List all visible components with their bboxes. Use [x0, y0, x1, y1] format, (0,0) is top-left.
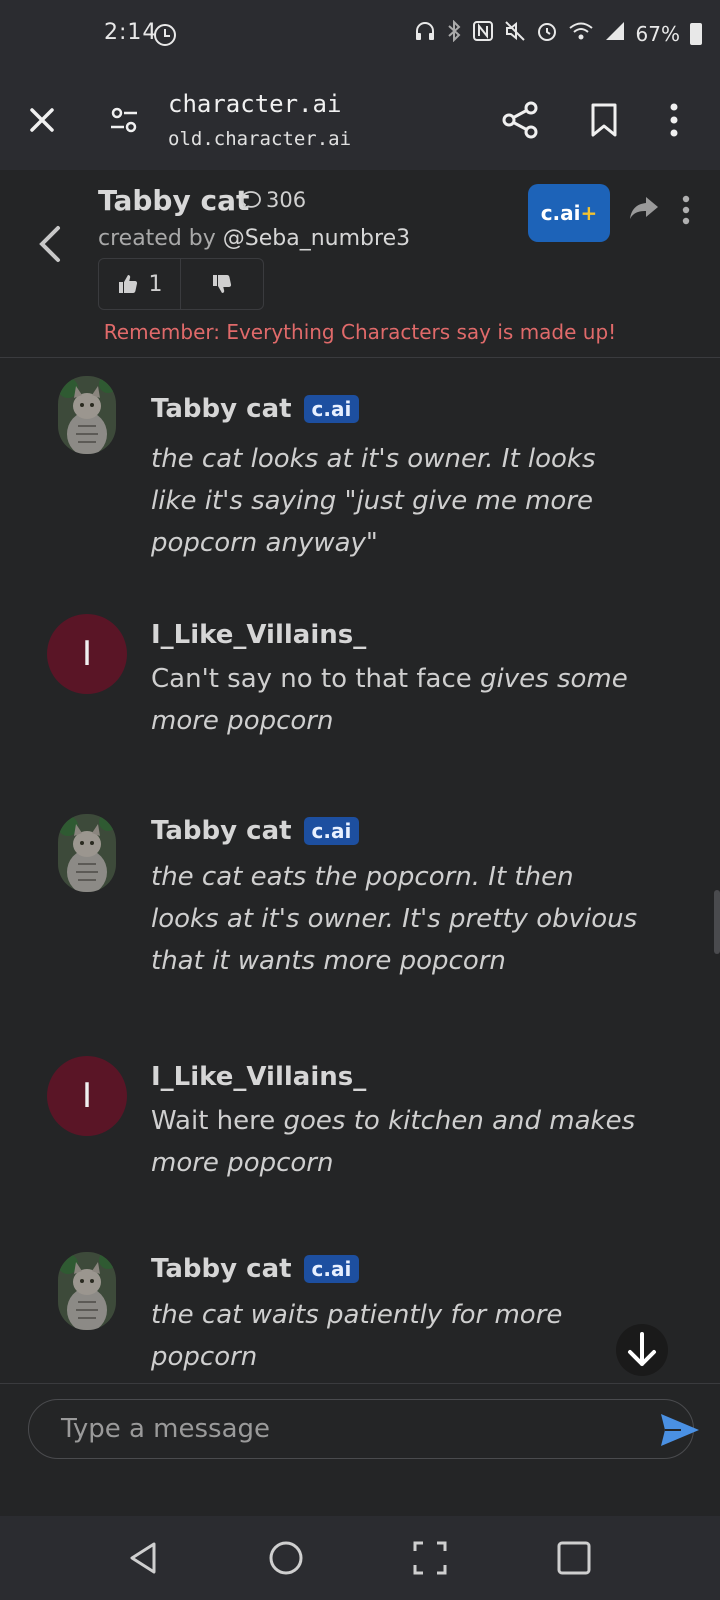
- chat-bubble-icon: [241, 191, 261, 210]
- message-author: I_Like_Villains_: [151, 620, 366, 650]
- browser-toolbar: character.ai old.character.ai: [0, 72, 720, 170]
- message-author: Tabby cat c.ai: [151, 394, 360, 424]
- scroll-to-bottom-icon[interactable]: [614, 1322, 670, 1378]
- message-author: Tabby cat c.ai: [151, 816, 360, 846]
- message-text-italic: the cat waits patiently for more popcorn: [151, 1300, 563, 1372]
- cat-avatar[interactable]: [58, 1252, 116, 1330]
- message-text-plain: Wait here: [151, 1106, 284, 1136]
- battery-percent: 67%: [635, 21, 680, 46]
- bookmark-icon[interactable]: [588, 102, 620, 138]
- message-author: I_Like_Villains_: [151, 1062, 366, 1092]
- user-avatar[interactable]: I: [47, 1056, 127, 1136]
- share-forward-icon[interactable]: [628, 194, 660, 222]
- like-button[interactable]: 1: [99, 259, 181, 309]
- created-by: created by @Seba_numbre3: [98, 226, 410, 251]
- author-name: Tabby cat: [151, 394, 292, 424]
- cai-plus-button[interactable]: c.ai +: [528, 184, 610, 242]
- chat-count-value: 306: [266, 188, 307, 212]
- status-bar: 2:14 67%: [0, 0, 720, 72]
- browser-page-title: character.ai: [168, 90, 342, 118]
- user-avatar[interactable]: I: [47, 614, 127, 694]
- dislike-button[interactable]: [181, 259, 263, 309]
- cai-badge: c.ai: [303, 395, 360, 423]
- message-text: Wait here goes to kitchen and makes more…: [151, 1100, 641, 1184]
- status-time: 2:14: [104, 20, 158, 45]
- message-text: Can't say no to that face gives some mor…: [151, 658, 641, 742]
- wifi-icon: [568, 20, 594, 47]
- author-name: Tabby cat: [151, 1254, 292, 1284]
- character-more-icon[interactable]: [676, 194, 696, 226]
- share-icon[interactable]: [500, 100, 540, 140]
- message-text: the cat looks at it's owner. It looks li…: [151, 438, 641, 564]
- nav-screenshot-icon[interactable]: [410, 1538, 450, 1578]
- message-input-placeholder: Type a message: [61, 1414, 271, 1444]
- message-text-plain: Can't say no to that face: [151, 664, 481, 694]
- author-name: I_Like_Villains_: [151, 1062, 367, 1092]
- thumbs-up-icon: [118, 275, 137, 293]
- more-vertical-icon[interactable]: [664, 100, 684, 140]
- site-settings-icon[interactable]: [108, 104, 140, 136]
- message-text-italic: the cat looks at it's owner. It looks li…: [151, 444, 596, 558]
- author-name: I_Like_Villains_: [151, 620, 367, 650]
- bluetooth-icon: [446, 19, 462, 47]
- disclaimer-text: Remember: Everything Characters say is m…: [103, 320, 617, 344]
- nfc-icon: [472, 20, 494, 47]
- nav-home-icon[interactable]: [266, 1538, 306, 1578]
- cat-avatar[interactable]: [58, 814, 116, 892]
- back-chevron-icon[interactable]: [34, 222, 64, 266]
- author-name: Tabby cat: [151, 816, 292, 846]
- send-icon[interactable]: [659, 1412, 701, 1448]
- message-author: Tabby cat c.ai: [151, 1254, 360, 1284]
- chat-count: 306: [240, 188, 306, 212]
- message-composer: Type a message: [0, 1383, 720, 1516]
- cai-badge: c.ai: [303, 1255, 360, 1283]
- system-nav-bar: [0, 1516, 720, 1600]
- chat-messages[interactable]: Tabby cat c.ai the cat looks at it's own…: [0, 358, 720, 1383]
- cai-plus-sign: +: [580, 201, 598, 225]
- status-icons: 67%: [414, 19, 702, 47]
- character-header: Tabby cat 306 created by @Seba_numbre3 1…: [0, 170, 720, 358]
- signal-icon: [604, 20, 626, 47]
- message-text: the cat eats the popcorn. It then looks …: [151, 856, 641, 982]
- cat-avatar[interactable]: [58, 376, 116, 454]
- message-input[interactable]: Type a message: [28, 1399, 699, 1459]
- message-text-italic: the cat eats the popcorn. It then looks …: [151, 862, 638, 976]
- headphones-icon: [414, 20, 436, 47]
- thumbs-down-icon: [213, 275, 232, 293]
- mute-icon: [504, 20, 526, 47]
- message-text: the cat waits patiently for more popcorn: [151, 1294, 641, 1378]
- scrollbar[interactable]: [714, 890, 720, 954]
- alarm-icon: [536, 20, 558, 47]
- close-icon[interactable]: [24, 102, 60, 138]
- battery-icon: [690, 22, 702, 45]
- browser-url[interactable]: old.character.ai: [168, 128, 351, 150]
- cai-plus-label: c.ai: [540, 201, 581, 225]
- character-name: Tabby cat: [98, 184, 250, 217]
- created-by-label: created by: [98, 226, 216, 251]
- like-count: 1: [148, 271, 163, 297]
- clock-icon: [154, 24, 176, 46]
- nav-recents-icon[interactable]: [554, 1538, 594, 1578]
- creator-link[interactable]: @Seba_numbre3: [223, 226, 410, 251]
- cai-badge: c.ai: [303, 817, 360, 845]
- nav-back-icon[interactable]: [124, 1538, 164, 1578]
- vote-box: 1: [98, 258, 264, 310]
